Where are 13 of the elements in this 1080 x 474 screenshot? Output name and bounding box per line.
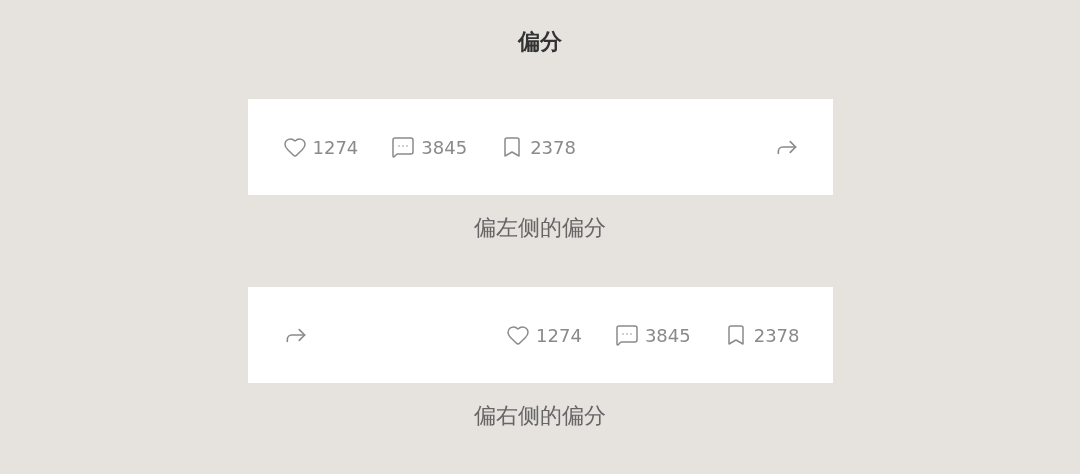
page-title: 偏分 xyxy=(518,28,562,56)
heart-icon[interactable] xyxy=(282,135,307,159)
caption: 偏左侧的偏分 xyxy=(474,214,606,242)
count: 3845 xyxy=(644,324,691,346)
count: 2378 xyxy=(530,136,576,158)
count: 3845 xyxy=(421,136,468,158)
chat-bubble-icon[interactable] xyxy=(391,135,416,159)
count: 1274 xyxy=(312,136,359,158)
count: 1274 xyxy=(536,324,582,346)
caption: 偏右侧的偏分 xyxy=(474,402,606,430)
chat-bubble-icon[interactable] xyxy=(614,323,639,347)
heart-icon[interactable] xyxy=(506,323,531,347)
count: 2378 xyxy=(753,324,800,346)
